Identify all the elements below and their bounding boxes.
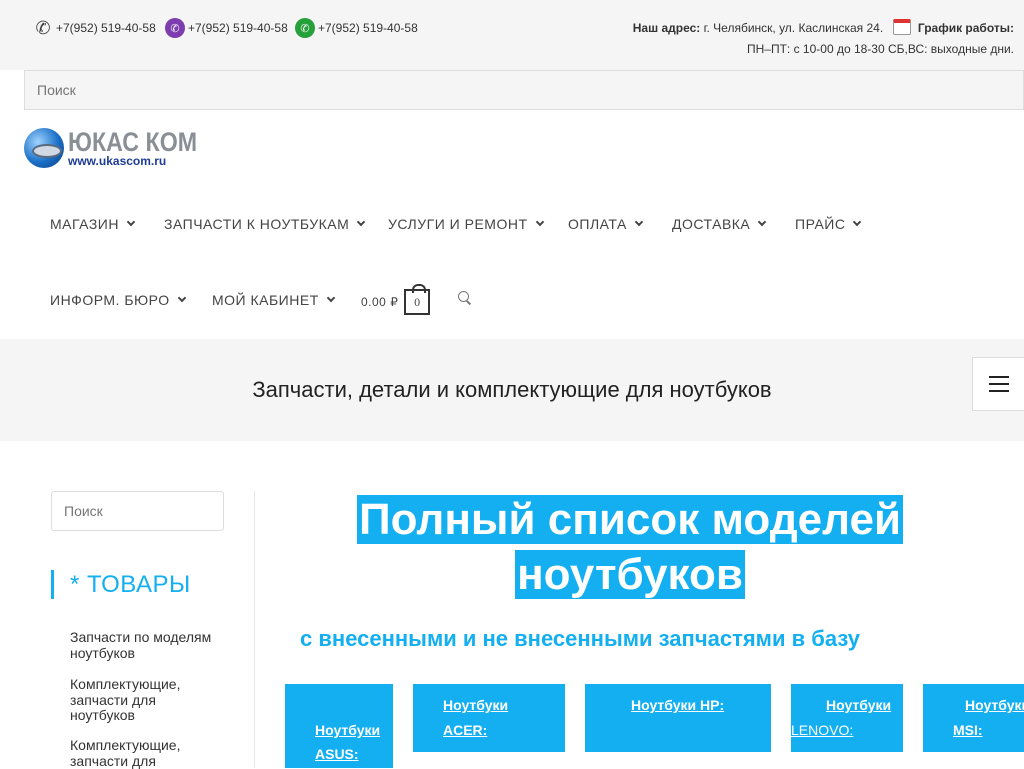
whatsapp-contact[interactable]: ✆ +7(952) 519-40-58 (295, 18, 418, 38)
nav-item-price[interactable]: ПРАЙС (795, 216, 862, 232)
brand-tile-label[interactable]: Ноутбуки HP: (631, 693, 724, 717)
chevron-down-icon (535, 217, 544, 227)
main-subheading: с внесенными и не внесенными запчастями … (300, 626, 860, 651)
phone-contact[interactable]: ✆ +7(952) 519-40-58 (33, 17, 156, 38)
viber-contact[interactable]: ✆ +7(952) 519-40-58 (165, 18, 288, 38)
logo-globe-icon (24, 128, 64, 168)
sidebar-toggle-button[interactable] (972, 357, 1024, 411)
hamburger-line (988, 376, 1009, 378)
nav-item-shop[interactable]: МАГАЗИН (50, 216, 136, 232)
top-search-input[interactable] (24, 70, 1024, 110)
chevron-down-icon (634, 217, 644, 227)
logo-name: ЮКАС КОМ (68, 127, 198, 157)
nav-item-delivery[interactable]: ДОСТАВКА (672, 216, 767, 232)
brand-tile-acer[interactable]: Ноутбуки ACER: (413, 684, 565, 752)
cart-count: 0 (414, 294, 421, 309)
calendar-icon (892, 19, 911, 35)
chevron-down-icon (853, 217, 862, 227)
chevron-down-icon (758, 217, 767, 227)
hamburger-line (988, 390, 1009, 392)
chevron-down-icon (177, 293, 186, 303)
nav-item-label: МОЙ КАБИНЕТ (212, 292, 319, 308)
nav-item-info-bureau[interactable]: ИНФОРМ. БЮРО (50, 292, 186, 308)
cart-total: 0.00 ₽ (361, 295, 399, 309)
sidebar-search-input[interactable] (51, 491, 224, 531)
brand-tile-label[interactable]: Ноутбуки (443, 693, 508, 717)
brand-tile-lenovo[interactable]: Ноутбуки LENOVO: (791, 684, 903, 752)
cart-bag-icon: 0 (404, 284, 431, 315)
cart-link[interactable]: 0.00 ₽ 0 (361, 284, 431, 315)
brand-tile-label[interactable]: LENOVO: (791, 718, 853, 742)
top-bar: ✆ +7(952) 519-40-58 ✆ +7(952) 519-40-58 … (0, 0, 1024, 70)
sidebar-link-components[interactable]: Комплектующие, запчасти для ноутбуков (70, 676, 210, 724)
brand-tile-msi[interactable]: Ноутбуки MSI: (923, 684, 1024, 752)
page-header-banner: Запчасти, детали и комплектующие для ноу… (0, 339, 1024, 441)
viber-icon: ✆ (165, 18, 185, 38)
nav-item-label: ЗАПЧАСТИ К НОУТБУКАМ (164, 216, 350, 232)
nav-item-services[interactable]: УСЛУГИ И РЕМОНТ (388, 216, 544, 232)
brand-tile-label[interactable]: Ноутбуки (965, 693, 1024, 717)
chevron-down-icon (326, 293, 335, 303)
sidebar-divider (254, 491, 255, 768)
nav-item-label: ДОСТАВКА (672, 216, 751, 232)
whatsapp-number[interactable]: +7(952) 519-40-58 (318, 21, 418, 35)
brand-tile-label[interactable]: MSI: (953, 718, 983, 742)
brand-tile-asus[interactable]: Ноутбуки ASUS: (285, 684, 393, 768)
viber-number[interactable]: +7(952) 519-40-58 (188, 21, 288, 35)
search-icon[interactable] (458, 291, 472, 305)
nav-item-label: ПРАЙС (795, 216, 846, 232)
brand-tile-label[interactable]: Ноутбуки (315, 718, 380, 742)
main-heading-line1: Полный список моделей (356, 495, 904, 544)
address-value: г. Челябинск, ул. Каслинская 24. (703, 21, 884, 35)
main-heading: Полный список моделей ноутбуков (285, 492, 975, 602)
chevron-down-icon (126, 217, 136, 227)
whatsapp-icon: ✆ (295, 18, 315, 38)
schedule-value: ПН–ПТ: с 10-00 до 18-30 СБ,ВС: выходные … (747, 42, 1014, 56)
main-heading-line2: ноутбуков (515, 550, 745, 599)
nav-item-label: УСЛУГИ И РЕМОНТ (388, 216, 528, 232)
phone-number[interactable]: +7(952) 519-40-58 (56, 21, 156, 35)
address-label: Наш адрес: (632, 21, 701, 35)
brand-tile-label[interactable]: ASUS: (315, 742, 359, 766)
brand-tile-hp[interactable]: Ноутбуки HP: (585, 684, 771, 752)
site-logo[interactable]: ЮКАС КОМ www.ukascom.ru (24, 128, 218, 168)
nav-item-my-account[interactable]: МОЙ КАБИНЕТ (212, 292, 335, 308)
address-block: Наш адрес: г. Челябинск, ул. Каслинская … (633, 18, 1014, 60)
nav-item-label: ИНФОРМ. БЮРО (50, 292, 170, 308)
hamburger-line (988, 383, 1009, 385)
nav-item-laptop-parts[interactable]: ЗАПЧАСТИ К НОУТБУКАМ (164, 216, 366, 232)
sidebar-link-components-2[interactable]: Комплектующие, запчасти для (70, 737, 210, 769)
phone-icon: ✆ (35, 17, 51, 38)
sidebar-widget-title: * ТОВАРЫ (51, 570, 191, 599)
nav-item-payment[interactable]: ОПЛАТА (568, 216, 644, 232)
page-title: Запчасти, детали и комплектующие для ноу… (252, 377, 772, 402)
chevron-down-icon (357, 217, 366, 227)
nav-item-label: ОПЛАТА (568, 216, 627, 232)
brand-tile-label[interactable]: Ноутбуки (826, 693, 891, 717)
nav-item-label: МАГАЗИН (50, 216, 119, 232)
brand-tile-label[interactable]: ACER: (443, 718, 487, 742)
sidebar-link-parts-by-model[interactable]: Запчасти по моделям ноутбуков (70, 629, 230, 661)
schedule-label: График работы: (917, 21, 1014, 35)
